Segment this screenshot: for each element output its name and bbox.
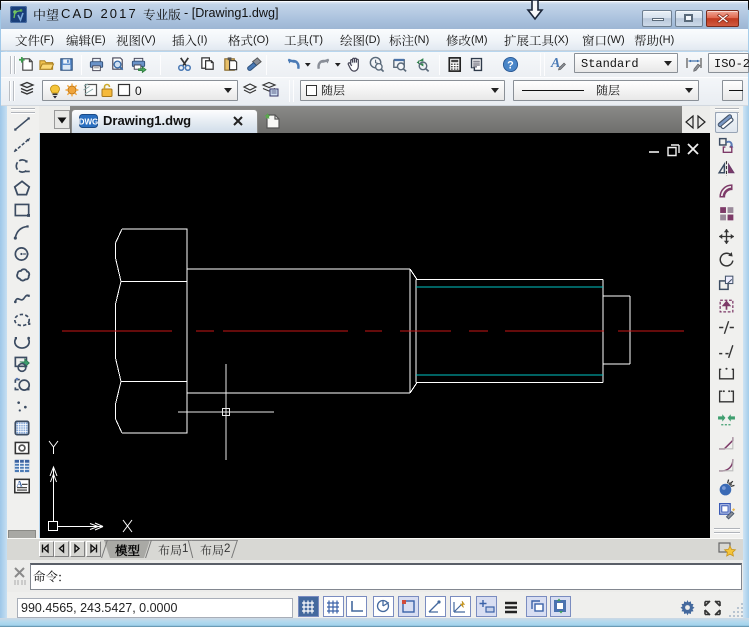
svg-text:?: ? [507,59,514,71]
svg-text:DWG: DWG [79,118,98,127]
svg-text:0: 0 [135,84,142,98]
